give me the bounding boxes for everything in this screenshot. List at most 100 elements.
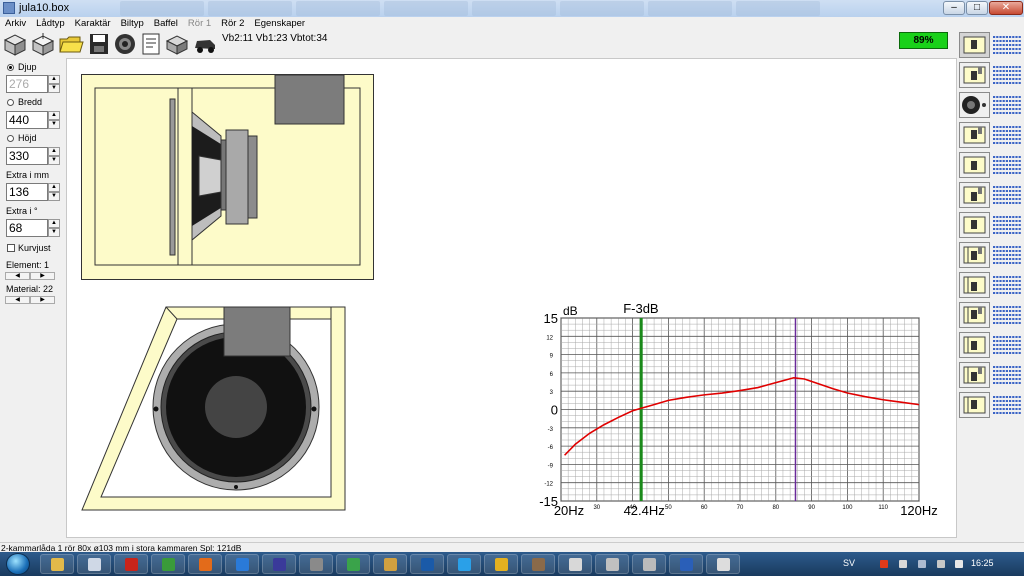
- radio-djup[interactable]: Djup: [7, 62, 37, 72]
- box-type-ported-icon[interactable]: [959, 62, 1023, 88]
- djup-spinner[interactable]: ▲ ▼: [48, 75, 60, 93]
- box-type-bandpass-6th-icon[interactable]: [959, 332, 1023, 358]
- radio-djup-label: Djup: [18, 62, 37, 72]
- djup-field[interactable]: 276: [6, 75, 48, 93]
- material-scroller[interactable]: ◀ ▶: [5, 296, 55, 304]
- scroll-right-icon[interactable]: ▶: [30, 272, 55, 280]
- box-type-isobaric-icon[interactable]: [959, 272, 1023, 298]
- clock[interactable]: 16:25: [971, 558, 994, 568]
- box-type-bandpass-dual-icon[interactable]: [959, 152, 1023, 178]
- element-scroller[interactable]: ◀ ▶: [5, 272, 55, 280]
- menu-ladtyp[interactable]: Lådtyp: [31, 17, 70, 30]
- menu-ror-1[interactable]: Rör 1: [183, 17, 216, 30]
- folder-open-icon[interactable]: [58, 31, 84, 57]
- spin-down-icon[interactable]: ▼: [48, 228, 60, 237]
- box-type-sealed-icon[interactable]: [959, 32, 1023, 58]
- explorer-icon[interactable]: [40, 554, 74, 574]
- box-closed-icon[interactable]: [164, 31, 190, 57]
- tray-monitor-icon[interactable]: [918, 560, 926, 568]
- chrome-icon[interactable]: [151, 554, 185, 574]
- box-type-bandpass-multi-icon[interactable]: [959, 242, 1023, 268]
- language-indicator[interactable]: SV: [843, 558, 855, 568]
- taskbar: SV 16:25: [0, 552, 1024, 576]
- spin-up-icon[interactable]: ▲: [48, 111, 60, 120]
- hojd-field[interactable]: 330: [6, 147, 48, 165]
- scroll-right-icon[interactable]: ▶: [30, 296, 55, 304]
- spin-down-icon[interactable]: ▼: [48, 192, 60, 201]
- maximize-button[interactable]: □: [966, 1, 988, 15]
- kurvjust-box[interactable]: [7, 244, 15, 252]
- window-icon[interactable]: [706, 554, 740, 574]
- spin-down-icon[interactable]: ▼: [48, 84, 60, 93]
- notepad-icon[interactable]: [77, 554, 111, 574]
- spin-down-icon[interactable]: ▼: [48, 156, 60, 165]
- bredd-spinner[interactable]: ▲ ▼: [48, 111, 60, 129]
- start-button[interactable]: [6, 553, 30, 575]
- port-tube: [223, 306, 291, 357]
- word-icon[interactable]: [669, 554, 703, 574]
- car-icon[interactable]: [192, 31, 218, 57]
- menu-karaktar[interactable]: Karaktär: [70, 17, 116, 30]
- bredd-field[interactable]: 440: [6, 111, 48, 129]
- scroll-left-icon[interactable]: ◀: [5, 272, 30, 280]
- box-type-bandpass-icon[interactable]: [959, 122, 1023, 148]
- radio-dot-hojd[interactable]: [7, 134, 14, 142]
- box-type-isobaric-dual-icon[interactable]: [959, 392, 1023, 418]
- green-app-icon[interactable]: [336, 554, 370, 574]
- radio-dot-djup[interactable]: [7, 63, 14, 71]
- tool-icon[interactable]: [299, 554, 333, 574]
- app-icon[interactable]: [373, 554, 407, 574]
- extra-deg-field[interactable]: 68: [6, 219, 48, 237]
- spin-down-icon[interactable]: ▼: [48, 120, 60, 129]
- menu-baffel[interactable]: Baffel: [149, 17, 183, 30]
- photoshop-icon[interactable]: [410, 554, 444, 574]
- skype-icon[interactable]: [447, 554, 481, 574]
- menu-bar: Arkiv Lådtyp Karaktär Biltyp Baffel Rör …: [0, 17, 1024, 30]
- minimize-button[interactable]: –: [943, 1, 965, 15]
- save-icon[interactable]: [86, 31, 112, 57]
- menu-egenskaper[interactable]: Egenskaper: [249, 17, 310, 30]
- menu-ror-2[interactable]: Rör 2: [216, 17, 249, 30]
- messaging-icon[interactable]: [484, 554, 518, 574]
- tray-volume-icon[interactable]: [937, 560, 945, 568]
- box-3d-icon[interactable]: [2, 31, 28, 57]
- hojd-spinner[interactable]: ▲ ▼: [48, 147, 60, 165]
- gimp-icon[interactable]: [521, 554, 555, 574]
- document-icon[interactable]: [138, 31, 164, 57]
- y-tick-label: 3: [550, 390, 554, 396]
- box-type-bandpass-tuned-icon[interactable]: [959, 362, 1023, 388]
- driver-icon[interactable]: [112, 31, 138, 57]
- radio-dot-bredd[interactable]: [7, 98, 14, 106]
- ie-icon[interactable]: [225, 554, 259, 574]
- spin-up-icon[interactable]: ▲: [48, 219, 60, 228]
- driver-round-icon[interactable]: [959, 92, 1023, 118]
- tray-network-icon[interactable]: [899, 560, 907, 568]
- box-type-bandpass-slot-icon[interactable]: [959, 212, 1023, 238]
- extra-mm-field[interactable]: 136: [6, 183, 48, 201]
- element-label: Element: 1: [6, 260, 50, 270]
- radio-hojd[interactable]: Höjd: [7, 133, 37, 143]
- filezilla-icon[interactable]: [114, 554, 148, 574]
- menu-arkiv[interactable]: Arkiv: [0, 17, 31, 30]
- kurvjust-checkbox[interactable]: Kurvjust: [7, 243, 51, 253]
- radio-bredd[interactable]: Bredd: [7, 97, 42, 107]
- spin-up-icon[interactable]: ▲: [48, 75, 60, 84]
- menu-biltyp[interactable]: Biltyp: [116, 17, 149, 30]
- app-icon: [3, 2, 15, 14]
- box-type-ported-chamber-icon[interactable]: [959, 302, 1023, 328]
- box-open-icon[interactable]: [30, 31, 56, 57]
- close-button[interactable]: ✕: [989, 1, 1023, 15]
- spin-up-icon[interactable]: ▲: [48, 147, 60, 156]
- spin-up-icon[interactable]: ▲: [48, 183, 60, 192]
- extra-deg-spinner[interactable]: ▲ ▼: [48, 219, 60, 237]
- media-icon[interactable]: [262, 554, 296, 574]
- speaker-icon[interactable]: [632, 554, 666, 574]
- tray-device-icon[interactable]: [955, 560, 963, 568]
- box-type-ported-slot-icon[interactable]: [959, 182, 1023, 208]
- tray-flag-icon[interactable]: [880, 560, 888, 568]
- window-icon[interactable]: [595, 554, 629, 574]
- firefox-icon[interactable]: [188, 554, 222, 574]
- extra-mm-spinner[interactable]: ▲ ▼: [48, 183, 60, 201]
- scroll-left-icon[interactable]: ◀: [5, 296, 30, 304]
- window-icon[interactable]: [558, 554, 592, 574]
